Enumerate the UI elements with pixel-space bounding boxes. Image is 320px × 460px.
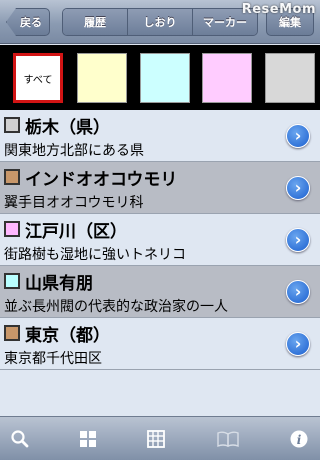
list-item[interactable]: 東京（都） 東京都千代田区 › <box>0 318 320 370</box>
chevron-right-icon[interactable]: › <box>286 176 310 200</box>
list-item-subtitle: 並ぶ長州閥の代表的な政治家の一人 <box>4 299 228 315</box>
filter-all-swatch[interactable]: すべて <box>13 53 63 103</box>
chevron-right-icon[interactable]: › <box>286 124 310 148</box>
table-icon[interactable] <box>144 427 168 451</box>
list-item-subtitle: 街路樹も湿地に強いトネリコ <box>4 247 186 263</box>
watermark: ReseMom <box>241 2 316 17</box>
top-nav-bar: 戻る 履歴 しおり マーカー 編集 ReseMom <box>0 0 320 44</box>
list-item-subtitle: 関東地方北部にある県 <box>4 143 144 159</box>
list-item-subtitle: 翼手目オオコウモリ科 <box>4 195 144 211</box>
list-item[interactable]: 山県有朋 並ぶ長州閥の代表的な政治家の一人 › <box>0 266 320 318</box>
list-item[interactable]: 江戸川（区） 街路樹も湿地に強いトネリコ › <box>0 214 320 266</box>
filter-cyan-swatch[interactable] <box>140 53 190 103</box>
list-item[interactable]: 栃木（県） 関東地方北部にある県 › <box>0 110 320 162</box>
marker-color-icon <box>4 117 20 133</box>
book-icon <box>216 427 240 451</box>
list-item-title: 江戸川（区） <box>25 222 127 242</box>
info-icon[interactable]: i <box>287 427 311 451</box>
svg-text:i: i <box>297 433 302 447</box>
list-item-subtitle: 東京都千代田区 <box>4 351 102 367</box>
search-icon[interactable] <box>8 427 32 451</box>
chevron-right-icon[interactable]: › <box>286 280 310 304</box>
marker-color-icon <box>4 221 20 237</box>
mode-segmented-control: 履歴 しおり マーカー <box>62 8 258 36</box>
segment-history[interactable]: 履歴 <box>63 9 128 35</box>
segment-bookmarks[interactable]: しおり <box>128 9 193 35</box>
chevron-right-icon[interactable]: › <box>286 228 310 252</box>
bottom-toolbar: i <box>0 416 320 460</box>
marker-color-icon <box>4 325 20 341</box>
marker-color-icon <box>4 169 20 185</box>
filter-pink-swatch[interactable] <box>202 53 252 103</box>
marker-list: 栃木（県） 関東地方北部にある県 › インドオオコウモリ 翼手目オオコウモリ科 … <box>0 110 320 370</box>
list-item-title: 山県有朋 <box>25 274 93 294</box>
back-button[interactable]: 戻る <box>6 8 50 36</box>
filter-gray-swatch[interactable] <box>265 53 315 103</box>
grid-icon[interactable] <box>76 427 100 451</box>
color-filter-bar: すべて <box>0 45 320 110</box>
marker-color-icon <box>4 273 20 289</box>
list-item[interactable]: インドオオコウモリ 翼手目オオコウモリ科 › <box>0 162 320 214</box>
chevron-right-icon[interactable]: › <box>286 332 310 356</box>
list-item-title: 東京（都） <box>25 326 110 346</box>
list-item-title: 栃木（県） <box>25 118 110 138</box>
list-item-title: インドオオコウモリ <box>25 170 178 190</box>
filter-yellow-swatch[interactable] <box>77 53 127 103</box>
